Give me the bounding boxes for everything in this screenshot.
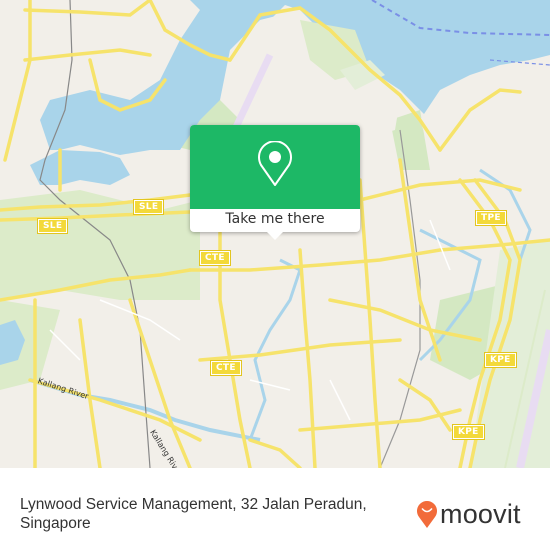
take-me-there-button[interactable]: Take me there <box>190 209 360 232</box>
moovit-logo[interactable]: moovit <box>416 499 521 529</box>
moovit-pin-icon <box>417 501 437 528</box>
road-shield-sle: SLE <box>132 199 165 215</box>
road-shield-kpe: KPE <box>452 424 485 440</box>
place-name: Lynwood Service Management, 32 Jalan Per… <box>20 496 367 532</box>
footer: Lynwood Service Management, 32 Jalan Per… <box>0 489 550 550</box>
road-shield-sle: SLE <box>36 218 69 234</box>
road-shield-cte: CTE <box>210 360 242 376</box>
map-pin-icon <box>258 141 292 186</box>
popup-pointer <box>267 232 283 240</box>
road-shield-kpe: KPE <box>484 352 517 368</box>
road-shield-cte: CTE <box>199 250 231 266</box>
map[interactable]: SLE SLE CTE CTE TPE KPE KPE Kallang Rive… <box>0 0 550 468</box>
moovit-wordmark: moovit <box>440 499 521 529</box>
road-shield-tpe: TPE <box>475 210 507 226</box>
location-popup: Take me there <box>190 125 360 240</box>
popup-header <box>190 125 360 209</box>
